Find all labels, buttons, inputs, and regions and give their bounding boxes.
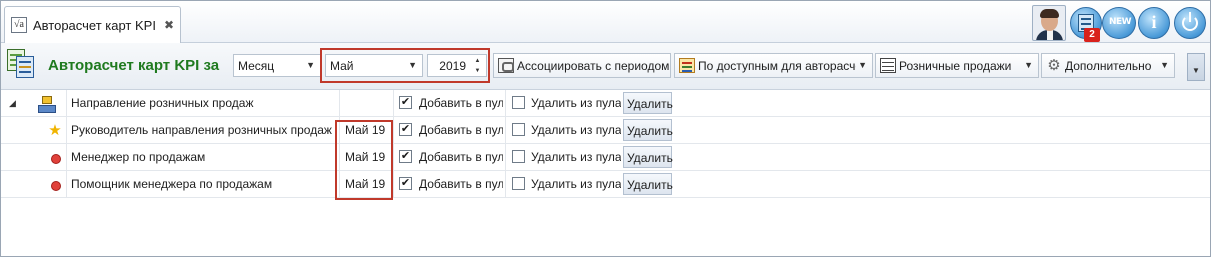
gear-icon: ⚙	[1047, 57, 1061, 74]
table-row[interactable]: ◢ Направление розничных продаж ✔ Добавит…	[1, 90, 1210, 117]
remove-from-pool-checkbox[interactable]	[512, 123, 525, 136]
kpi-cards-icon	[7, 49, 41, 83]
calculator-notifications-button[interactable]: 2	[1070, 5, 1102, 42]
add-to-pool-checkbox[interactable]: ✔	[399, 123, 412, 136]
new-button[interactable]: NEW	[1102, 5, 1138, 41]
remove-from-pool-checkbox[interactable]	[512, 96, 525, 109]
delete-button[interactable]: Удалить	[623, 119, 673, 141]
remove-from-pool-checkbox[interactable]	[512, 150, 525, 163]
remove-from-pool-label: Удалить из пула	[531, 123, 621, 137]
page-title: Авторасчет карт KPI за	[48, 57, 220, 74]
more-label: Дополнительно	[1065, 59, 1152, 73]
position-name: Помощник менеджера по продажам	[71, 177, 273, 191]
chevron-down-icon: ▼	[858, 60, 867, 70]
function-sheet-icon: √a	[11, 17, 27, 33]
highlight-period-column	[335, 120, 393, 200]
toolbar: Авторасчет карт KPI за Месяц ▼ Май ▼ 201…	[1, 43, 1210, 90]
table-row[interactable]: ★ Руководитель направления розничных про…	[1, 117, 1210, 144]
add-to-pool-label: Добавить в пул	[419, 96, 503, 110]
chevron-down-icon: ▼	[1192, 66, 1200, 75]
logout-button[interactable]	[1174, 5, 1206, 41]
table-row[interactable]: Менеджер по продажам Май 19 ✔ Добавить в…	[1, 144, 1210, 171]
available-label: По доступным для авторасче	[698, 59, 856, 73]
period-type-value: Месяц	[238, 59, 275, 73]
add-to-pool-checkbox[interactable]: ✔	[399, 96, 412, 109]
available-filter-dropdown[interactable]: По доступным для авторасче ▼	[674, 53, 873, 78]
remove-from-pool-label: Удалить из пула	[531, 150, 621, 164]
remove-from-pool-label: Удалить из пула	[531, 177, 621, 191]
delete-label: Удалить	[627, 97, 673, 111]
org-structure-icon	[38, 96, 56, 113]
red-dot-icon	[47, 150, 63, 166]
more-dropdown[interactable]: ⚙ Дополнительно ▼	[1041, 53, 1175, 78]
notification-badge: 2	[1084, 28, 1100, 42]
red-dot-icon	[47, 177, 63, 193]
delete-button[interactable]: Удалить	[623, 173, 673, 195]
info-icon: i	[1151, 12, 1157, 32]
star-icon: ★	[48, 122, 62, 139]
add-to-pool-label: Добавить в пул	[419, 123, 503, 137]
delete-label: Удалить	[627, 124, 673, 138]
user-avatar[interactable]	[1032, 5, 1066, 41]
retail-label: Розничные продажи	[899, 59, 1012, 73]
remove-from-pool-checkbox[interactable]	[512, 177, 525, 190]
tab-title: Авторасчет карт KPI	[33, 18, 156, 33]
delete-label: Удалить	[627, 178, 673, 192]
associate-label: Ассоциировать с периодом	[517, 59, 670, 73]
delete-button[interactable]: Удалить	[623, 92, 673, 114]
table-icon	[880, 58, 896, 73]
remove-from-pool-label: Удалить из пула	[531, 96, 621, 110]
period-type-select[interactable]: Месяц ▼	[233, 54, 321, 77]
delete-label: Удалить	[627, 151, 673, 165]
add-to-pool-checkbox[interactable]: ✔	[399, 150, 412, 163]
link-icon	[498, 58, 514, 73]
delete-button[interactable]: Удалить	[623, 146, 673, 168]
retail-sales-dropdown[interactable]: Розничные продажи ▼	[875, 53, 1039, 78]
position-name: Руководитель направления розничных прода…	[71, 123, 332, 137]
info-button[interactable]: i	[1138, 5, 1170, 41]
add-to-pool-label: Добавить в пул	[419, 150, 503, 164]
chevron-down-icon: ▼	[1160, 60, 1169, 70]
associate-period-button[interactable]: Ассоциировать с периодом	[493, 53, 671, 78]
position-name: Направление розничных продаж	[71, 96, 254, 110]
checklist-icon	[679, 58, 695, 73]
add-to-pool-label: Добавить в пул	[419, 177, 503, 191]
chevron-down-icon: ▼	[1024, 60, 1033, 70]
position-name: Менеджер по продажам	[71, 150, 206, 164]
tab-strip: √a Авторасчет карт KPI ✖ 2 NEW i	[1, 1, 1210, 43]
highlight-period-box	[320, 48, 490, 83]
table-row[interactable]: Помощник менеджера по продажам Май 19 ✔ …	[1, 171, 1210, 198]
collapse-icon[interactable]: ◢	[9, 98, 16, 109]
new-icon: NEW	[1108, 17, 1132, 27]
toolbar-overflow-button[interactable]: ▼	[1187, 53, 1205, 81]
chevron-down-icon: ▼	[306, 60, 315, 70]
app-window: √a Авторасчет карт KPI ✖ 2 NEW i Авторас…	[0, 0, 1211, 257]
add-to-pool-checkbox[interactable]: ✔	[399, 177, 412, 190]
close-icon[interactable]: ✖	[164, 18, 174, 32]
tab-kpi-autocalc[interactable]: √a Авторасчет карт KPI ✖	[4, 6, 181, 43]
